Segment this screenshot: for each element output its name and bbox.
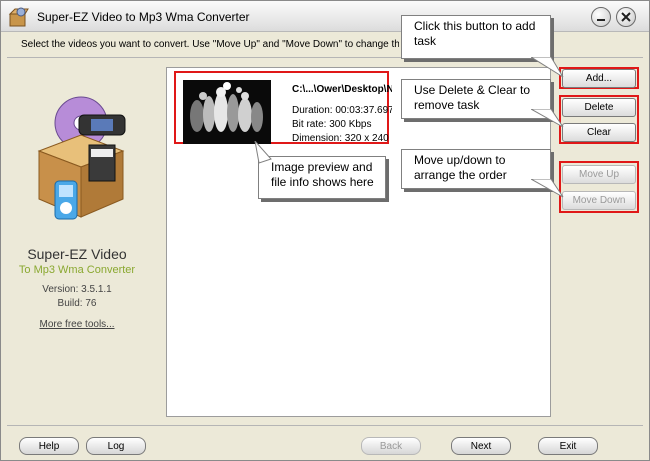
- clear-button[interactable]: Clear: [562, 123, 636, 142]
- build-label: Build: 76: [57, 298, 97, 309]
- product-name: Super-EZ Video: [27, 246, 127, 262]
- bottom-divider: [7, 425, 643, 426]
- delete-button[interactable]: Delete: [562, 98, 636, 117]
- app-icon: [8, 7, 29, 27]
- next-button[interactable]: Next: [451, 437, 511, 455]
- back-button[interactable]: Back: [361, 437, 421, 455]
- preview-callout: Image preview and file info shows here: [258, 156, 386, 199]
- version-label: Version: 3.5.1.1: [42, 284, 112, 295]
- move-up-button[interactable]: Move Up: [562, 165, 636, 184]
- add-button[interactable]: Add...: [562, 69, 636, 88]
- move-callout: Move up/down to arrange the order: [401, 149, 551, 189]
- product-subtitle: To Mp3 Wma Converter: [18, 264, 136, 276]
- move-down-button[interactable]: Move Down: [562, 191, 636, 210]
- delete-clear-callout: Use Delete & Clear to remove task: [401, 79, 551, 119]
- add-callout-pointer: [531, 57, 564, 78]
- video-thumbnail: [183, 80, 271, 144]
- product-box-icon: [37, 96, 126, 220]
- task-item[interactable]: C:\...\Ower\Desktop\N Duration: 00:03:37…: [174, 71, 392, 144]
- move-callout-pointer: [531, 179, 564, 198]
- window-title: Super-EZ Video to Mp3 Wma Converter: [37, 10, 250, 24]
- product-panel: Super-EZ Video To Mp3 Wma Converter Vers…: [7, 63, 147, 423]
- help-button[interactable]: Help: [19, 437, 79, 455]
- close-icon: [621, 12, 631, 22]
- file-path: C:\...\Ower\Desktop\N: [292, 84, 392, 95]
- log-button[interactable]: Log: [86, 437, 146, 455]
- close-button[interactable]: [616, 7, 636, 27]
- more-tools-link[interactable]: More free tools...: [7, 319, 147, 330]
- file-duration: Duration: 00:03:37.697: [292, 105, 392, 116]
- exit-button[interactable]: Exit: [538, 437, 598, 455]
- app-window: Super-EZ Video to Mp3 Wma Converter Sele…: [0, 0, 650, 461]
- minimize-icon: [597, 19, 605, 21]
- minimize-button[interactable]: [591, 7, 611, 27]
- task-list[interactable]: C:\...\Ower\Desktop\N Duration: 00:03:37…: [166, 67, 551, 417]
- file-dimension: Dimension: 320 x 240: [292, 133, 389, 144]
- preview-callout-pointer: [254, 141, 272, 164]
- add-callout: Click this button to add task: [401, 15, 551, 59]
- instruction-text: Select the videos you want to convert. U…: [21, 39, 399, 50]
- file-bitrate: Bit rate: 300 Kbps: [292, 119, 372, 130]
- title-bar: Super-EZ Video to Mp3 Wma Converter: [1, 1, 649, 32]
- delete-clear-callout-pointer: [531, 109, 564, 128]
